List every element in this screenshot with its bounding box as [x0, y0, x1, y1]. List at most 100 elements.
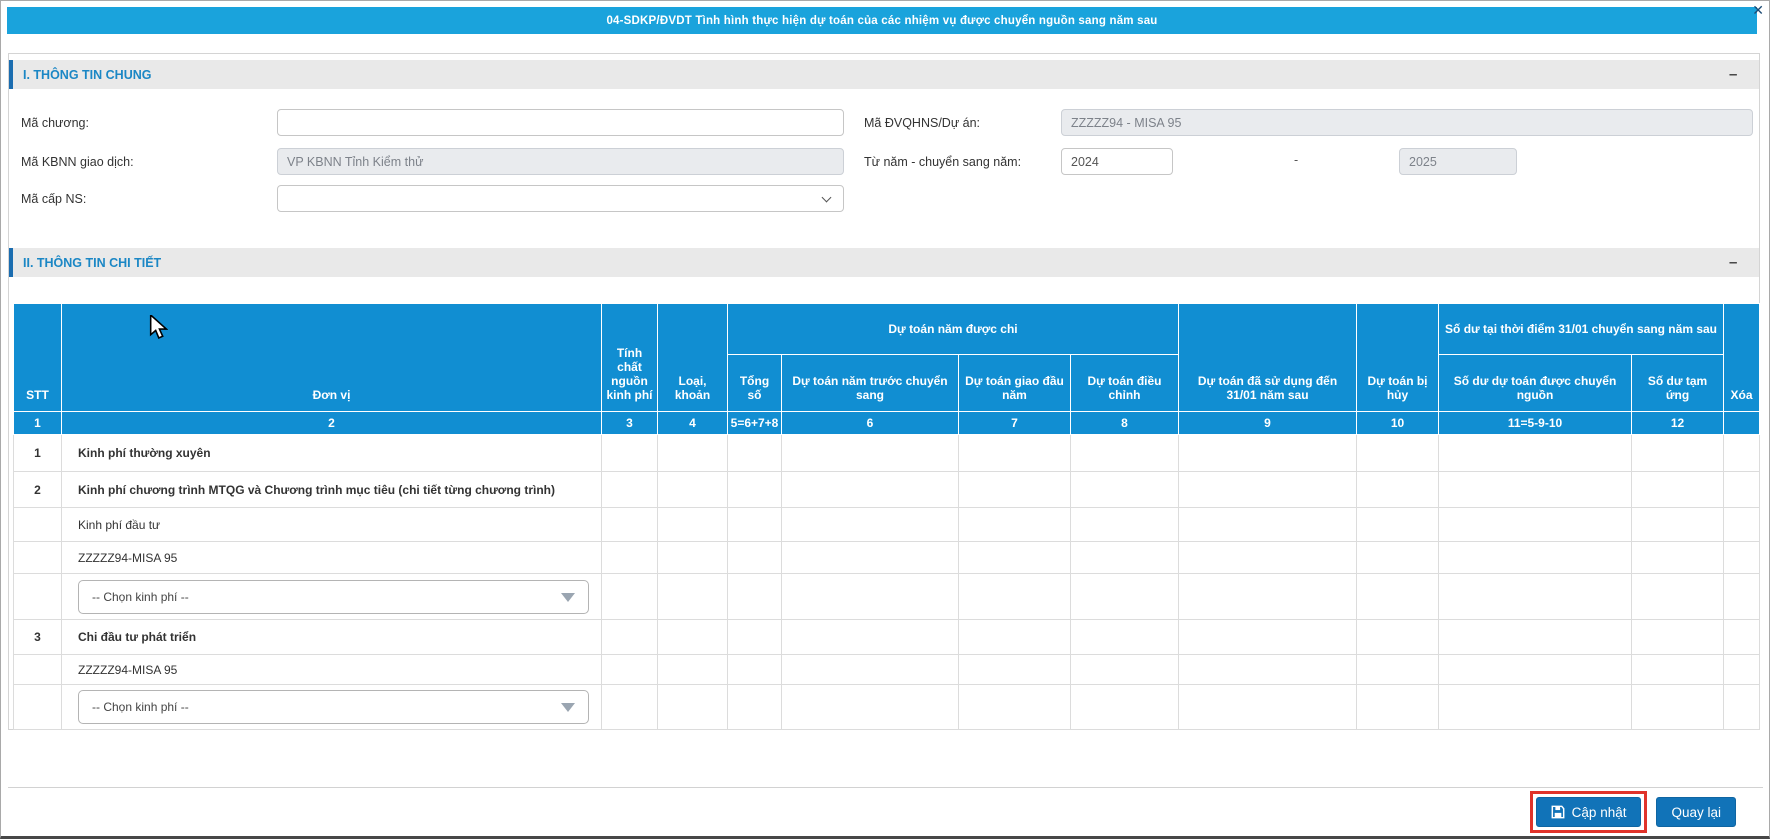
empty-cell	[1178, 471, 1358, 508]
ma-cap-ns-label: Mã cấp NS:	[21, 192, 87, 206]
row-stt: 1	[13, 434, 62, 472]
section-detail-title: II. THÔNG TIN CHI TIẾT	[23, 255, 162, 270]
empty-cell	[958, 471, 1071, 508]
empty-cell	[601, 541, 658, 574]
year-range-separator: -	[1294, 153, 1299, 167]
empty-cell	[1356, 619, 1440, 655]
row-stt: 3	[13, 619, 62, 655]
row-don-vi: Kinh phí chương trình MTQG và Chương trì…	[61, 471, 602, 508]
col-number: 7	[958, 411, 1071, 435]
empty-cell	[1178, 684, 1358, 730]
empty-cell	[958, 619, 1071, 655]
empty-cell	[1631, 434, 1725, 472]
empty-cell	[1723, 507, 1761, 542]
empty-cell	[1438, 573, 1633, 620]
row-stt: 2	[13, 471, 62, 508]
back-button-label: Quay lại	[1671, 804, 1721, 820]
empty-cell	[657, 471, 728, 508]
empty-cell	[781, 541, 959, 574]
row-stt	[13, 684, 62, 730]
empty-cell	[1723, 434, 1761, 472]
empty-cell	[1178, 619, 1358, 655]
year-from-input[interactable]	[1061, 148, 1173, 175]
empty-cell	[601, 507, 658, 542]
empty-cell	[657, 434, 728, 472]
empty-cell	[958, 434, 1071, 472]
collapse-icon[interactable]: –	[1729, 67, 1737, 82]
year-to-input	[1399, 148, 1517, 175]
close-icon[interactable]: ✕	[1752, 3, 1764, 17]
update-button[interactable]: Cập nhật	[1535, 797, 1642, 827]
empty-cell	[727, 684, 782, 730]
empty-cell	[1723, 619, 1761, 655]
empty-cell	[1631, 541, 1725, 574]
empty-cell	[601, 434, 658, 472]
dialog-window: 04-SDKP/ĐVDT Tình hình thực hiện dự toán…	[0, 0, 1770, 839]
ma-chuong-input[interactable]	[277, 109, 844, 136]
col-number: 9	[1178, 411, 1358, 435]
empty-cell	[727, 471, 782, 508]
empty-cell	[1178, 507, 1358, 542]
empty-cell	[1069, 684, 1180, 730]
empty-cell	[1356, 541, 1440, 574]
empty-cell	[727, 619, 782, 655]
col-number: 3	[601, 411, 658, 435]
empty-cell	[958, 541, 1071, 574]
empty-cell	[657, 507, 728, 542]
table-row: ZZZZZ94-MISA 95	[13, 654, 1761, 685]
row-don-vi: Kinh phí đầu tư	[61, 507, 602, 542]
tu-nam-label: Từ năm - chuyển sang năm:	[864, 155, 1022, 169]
group-header-du-toan-nam-duoc-chi: Dự toán năm được chi	[726, 303, 1180, 355]
row-don-vi: -- Chọn kinh phí --	[61, 573, 602, 620]
empty-cell	[1069, 619, 1180, 655]
col-header-giao-dau-nam: Dự toán giao đầu năm	[958, 354, 1071, 412]
ma-chuong-label: Mã chương:	[21, 116, 89, 130]
row-stt	[13, 507, 62, 542]
col-header-stt: STT	[13, 303, 62, 412]
empty-cell	[958, 654, 1071, 685]
kinh-phi-select[interactable]: -- Chọn kinh phí --	[78, 690, 589, 724]
empty-cell	[781, 471, 959, 508]
empty-cell	[657, 541, 728, 574]
empty-cell	[1723, 573, 1761, 620]
detail-table: STT Đơn vị Tính chất nguồn kinh phí Loại…	[13, 303, 1761, 730]
col-number: 5=6+7+8	[727, 411, 782, 435]
kinh-phi-select-placeholder: -- Chọn kinh phí --	[92, 589, 189, 604]
empty-cell	[727, 507, 782, 542]
empty-cell	[601, 471, 658, 508]
col-number: 2	[61, 411, 602, 435]
dialog-title: 04-SDKP/ĐVDT Tình hình thực hiện dự toán…	[606, 14, 1158, 27]
empty-cell	[781, 654, 959, 685]
ma-kbnn-input	[277, 148, 844, 175]
chevron-down-icon	[821, 192, 832, 203]
collapse-icon[interactable]: –	[1729, 255, 1737, 270]
empty-cell	[727, 434, 782, 472]
col-number: 11=5-9-10	[1438, 411, 1633, 435]
col-number: 10	[1356, 411, 1440, 435]
ma-dvqhns-label: Mã ĐVQHNS/Dự án:	[864, 116, 981, 130]
empty-cell	[1631, 471, 1725, 508]
empty-cell	[727, 541, 782, 574]
col-number: 4	[657, 411, 728, 435]
main-panel: I. THÔNG TIN CHUNG – Mã chương: Mã KBNN …	[8, 53, 1761, 730]
row-stt	[13, 654, 62, 685]
empty-cell	[958, 507, 1071, 542]
col-header-tam-ung: Số dư tạm ứng	[1631, 354, 1725, 412]
row-don-vi: ZZZZZ94-MISA 95	[61, 541, 602, 574]
empty-cell	[1178, 541, 1358, 574]
table-row: -- Chọn kinh phí --	[13, 684, 1761, 730]
footer-bar: Cập nhật Quay lại	[8, 787, 1763, 836]
empty-cell	[1723, 654, 1761, 685]
empty-cell	[958, 573, 1071, 620]
col-header-duoc-chuyen-nguon: Số dư dự toán được chuyển nguồn	[1438, 354, 1633, 412]
row-stt	[13, 573, 62, 620]
empty-cell	[1631, 619, 1725, 655]
kinh-phi-select[interactable]: -- Chọn kinh phí --	[78, 579, 589, 614]
col-header-dieu-chinh: Dự toán điều chỉnh	[1069, 354, 1180, 412]
back-button[interactable]: Quay lại	[1656, 797, 1736, 827]
empty-cell	[1631, 573, 1725, 620]
section-general-title: I. THÔNG TIN CHUNG	[23, 67, 152, 82]
ma-cap-ns-select[interactable]	[277, 185, 844, 212]
empty-cell	[1631, 684, 1725, 730]
section-general-header: I. THÔNG TIN CHUNG –	[9, 60, 1759, 89]
